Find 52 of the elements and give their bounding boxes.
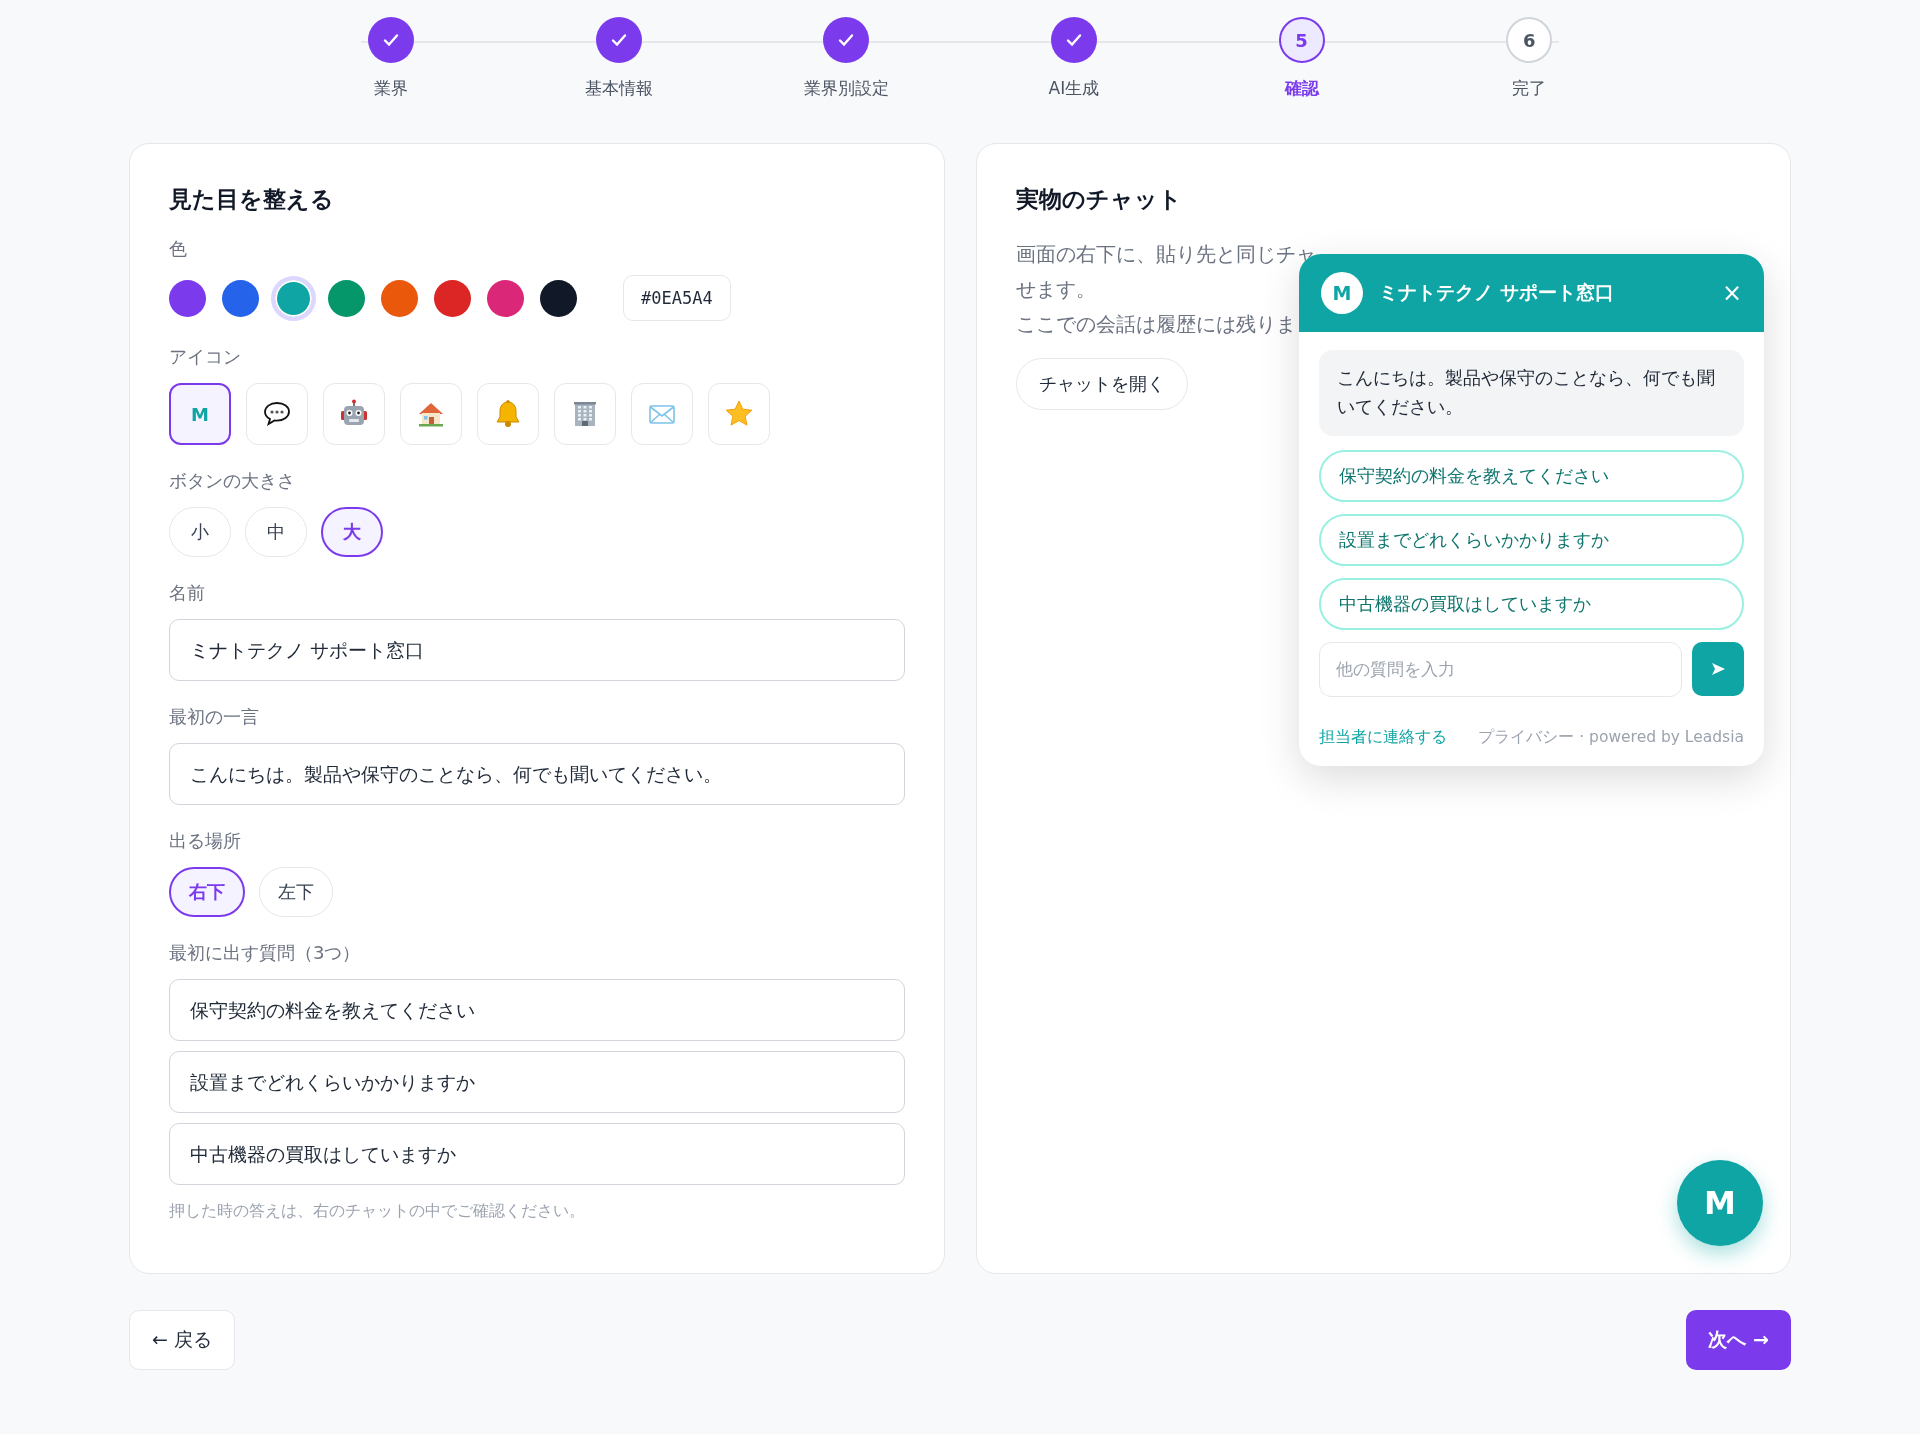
chat-message: こんにちは。製品や保守のことなら、何でも聞いてください。 [1319,350,1744,436]
icon-option[interactable] [246,383,308,445]
step-number: 5 [1278,17,1325,63]
text-field[interactable]: ミナトテクノ サポート窓口 [169,619,905,681]
suggestion-chip[interactable]: 設置までどれくらいかかりますか [1319,513,1744,566]
field-label: 最初の一言 [169,705,260,729]
step-label: 業界別設定 [803,77,889,100]
panel-title: 実物のチャット [1015,185,1183,214]
hint-text: 押した時の答えは、右のチャットの中でご確認ください。 [169,1201,586,1222]
suggestion-chip[interactable]: 中古機器の買取はしていますか [1319,577,1744,630]
footer-text: プライバシー · powered by Leadsia [1478,726,1744,748]
option-pill[interactable]: 左下 [259,867,333,917]
note-text: ここでの会話は履歴には残りま [1015,312,1296,339]
option-pill[interactable]: 中 [245,507,307,557]
option-pill[interactable]: 小 [169,507,231,557]
field-label: 名前 [169,581,206,605]
send-icon [1710,660,1726,677]
description-text: せます。 [1015,277,1096,304]
question-field[interactable]: 中古機器の買取はしていますか [169,1123,905,1185]
step-label: 業界 [373,77,408,100]
field-label: ボタンの大きさ [169,469,296,493]
color-swatch[interactable] [434,279,471,317]
field-label: アイコン [169,345,242,369]
color-swatch[interactable] [328,279,365,317]
hex-color-field[interactable]: #0EA5A4 [623,275,731,321]
color-swatch[interactable] [169,279,206,317]
panel-title: 見た目を整える [169,185,335,214]
suggestion-chip[interactable]: 保守契約の料金を教えてください [1319,449,1744,502]
back-button[interactable]: ← 戻る [129,1310,235,1370]
send-button[interactable] [1692,641,1744,696]
message-input[interactable]: 他の質問を入力 [1319,641,1682,697]
step-label: AI生成 [1048,77,1100,100]
step-number: 6 [1506,17,1553,63]
color-swatch[interactable] [222,279,259,317]
color-swatch[interactable] [381,279,418,317]
question-field[interactable]: 設置までどれくらいかかりますか [169,1051,905,1113]
step-label: 完了 [1512,77,1547,100]
chat-avatar: M [1321,272,1363,314]
option-pill[interactable]: 右下 [169,867,245,917]
text-field[interactable]: こんにちは。製品や保守のことなら、何でも聞いてください。 [169,743,905,805]
chat-title: ミナトテクノ サポート窓口 [1379,280,1615,305]
question-field[interactable]: 保守契約の料金を教えてください [169,979,905,1041]
next-button[interactable]: 次へ → [1686,1310,1791,1370]
step-label: 基本情報 [584,77,653,100]
option-pill[interactable]: 大 [321,507,383,557]
field-label: 色 [169,237,188,261]
field-label: 出る場所 [169,829,242,853]
open-chat-button[interactable]: チャットを開く [1015,358,1188,411]
color-swatch[interactable] [540,279,577,317]
color-swatch[interactable] [487,279,524,317]
step-label: 確認 [1284,77,1319,100]
field-label: 最初に出す質問（3つ） [169,941,362,965]
